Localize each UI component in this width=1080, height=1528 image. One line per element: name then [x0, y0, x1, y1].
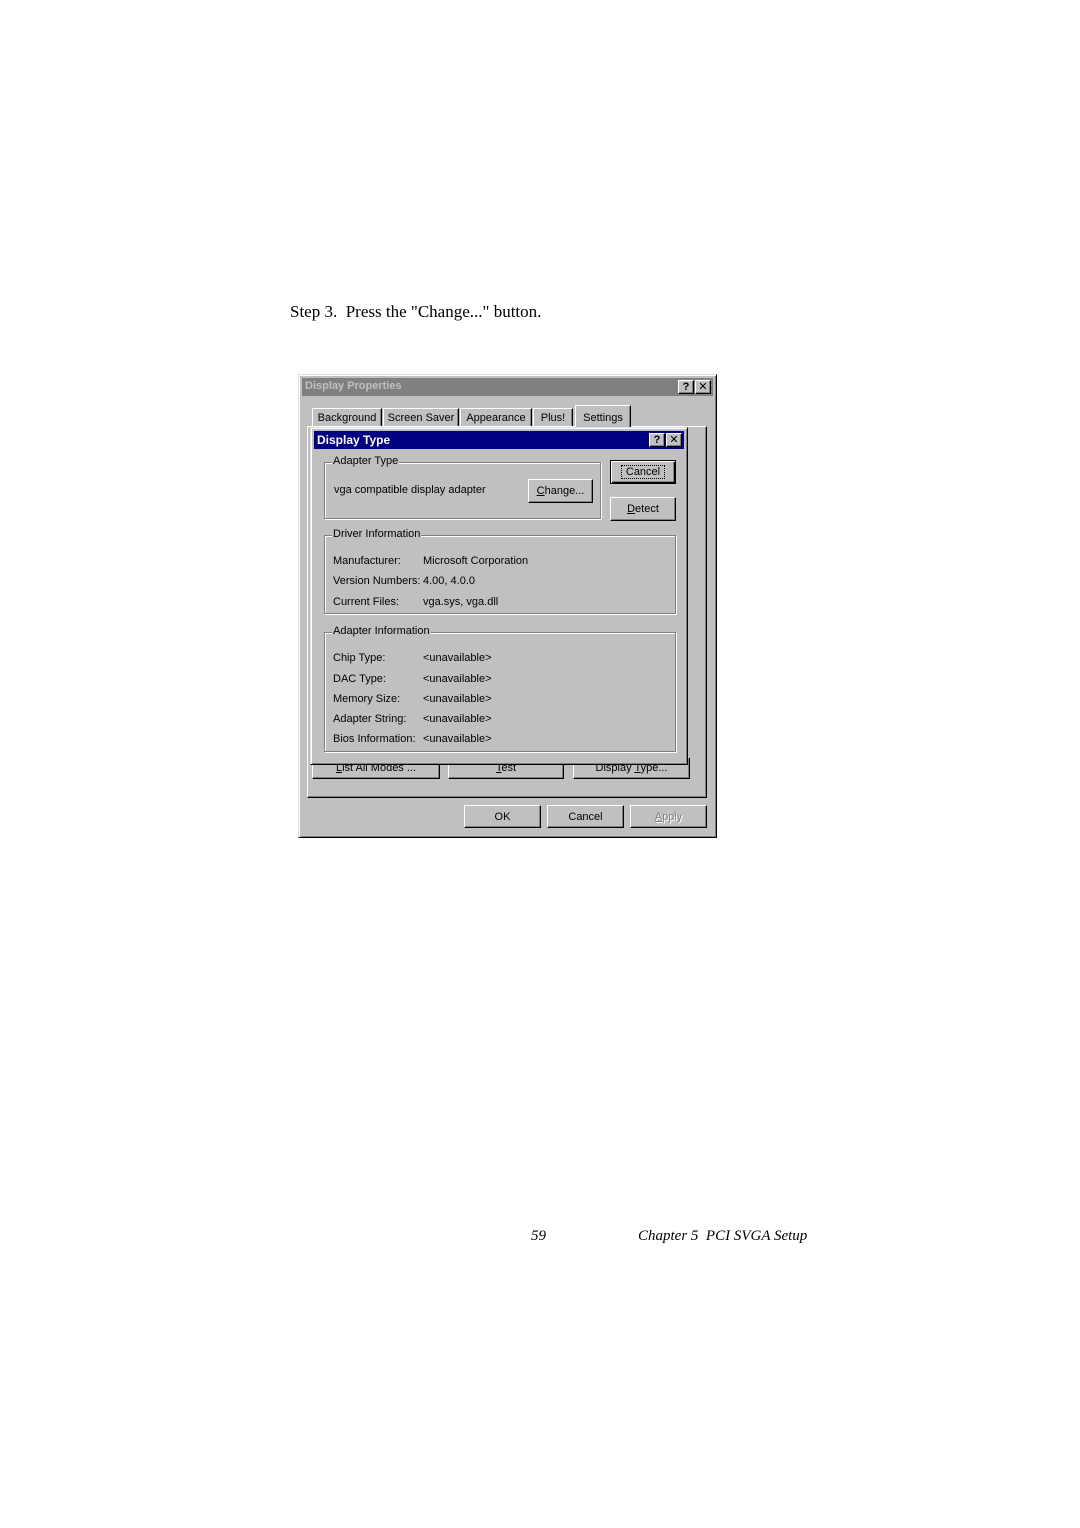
adapter-information-label: Adapter Information [332, 625, 431, 637]
tab-screen-saver[interactable]: Screen Saver [383, 408, 459, 427]
memory-size-label: Memory Size: [333, 693, 401, 705]
change-button[interactable]: Change... [528, 479, 593, 503]
adapter-string-value: <unavailable> [423, 713, 492, 725]
ok-button[interactable]: OK [464, 805, 541, 828]
manufacturer-value: Microsoft Corporation [423, 555, 529, 567]
tab-background[interactable]: Background [312, 408, 382, 427]
adapter-name: vga compatible display adapter [334, 484, 486, 496]
close-button[interactable]: ✕ [666, 433, 682, 447]
bios-information-label: Bios Information: [333, 733, 416, 745]
window-title: Display Properties [305, 380, 402, 392]
chip-type-label: Chip Type: [333, 652, 386, 664]
chip-type-value: <unavailable> [423, 652, 492, 664]
cancel-button[interactable]: Cancel [547, 805, 624, 828]
bios-information-value: <unavailable> [423, 733, 492, 745]
apply-button[interactable]: Apply [630, 805, 707, 828]
help-button[interactable]: ? [678, 380, 694, 394]
display-type-dialog: Display Type ? ✕ Adapter Type vga compat… [310, 427, 688, 765]
adapter-string-label: Adapter String: [333, 713, 407, 725]
adapter-type-group: Adapter Type vga compatible display adap… [324, 455, 601, 519]
driver-information-group: Driver Information Manufacturer: Microso… [324, 528, 676, 614]
adapter-type-label: Adapter Type [332, 455, 400, 467]
version-numbers-value: 4.00, 4.0.0 [423, 575, 475, 587]
current-files-label: Current Files: [333, 596, 400, 608]
tab-settings[interactable]: Settings [575, 405, 631, 429]
tab-plus[interactable]: Plus! [533, 408, 573, 427]
version-numbers-label: Version Numbers: [333, 575, 421, 587]
memory-size-value: <unavailable> [423, 693, 492, 705]
manufacturer-label: Manufacturer: [333, 555, 401, 567]
dialog-title: Display Type [317, 433, 391, 447]
help-button[interactable]: ? [649, 433, 665, 447]
cancel-button[interactable]: Cancel [610, 460, 676, 484]
current-files-value: vga.sys, vga.dll [423, 596, 499, 608]
step-instruction: Step 3. Press the "Change..." button. [290, 302, 542, 321]
dac-type-label: DAC Type: [333, 673, 386, 685]
display-properties-titlebar: Display Properties ? ✕ [302, 378, 713, 396]
dac-type-value: <unavailable> [423, 673, 492, 685]
close-button[interactable]: ✕ [695, 380, 711, 394]
tab-appearance[interactable]: Appearance [460, 408, 532, 427]
chapter-footer: Chapter 5 PCI SVGA Setup [638, 1228, 808, 1244]
detect-button[interactable]: Detect [610, 497, 676, 521]
display-type-titlebar: Display Type ? ✕ [314, 431, 684, 449]
adapter-information-group: Adapter Information Chip Type: <unavaila… [324, 625, 676, 752]
page-number: 59 [531, 1228, 546, 1244]
driver-information-label: Driver Information [332, 528, 422, 540]
